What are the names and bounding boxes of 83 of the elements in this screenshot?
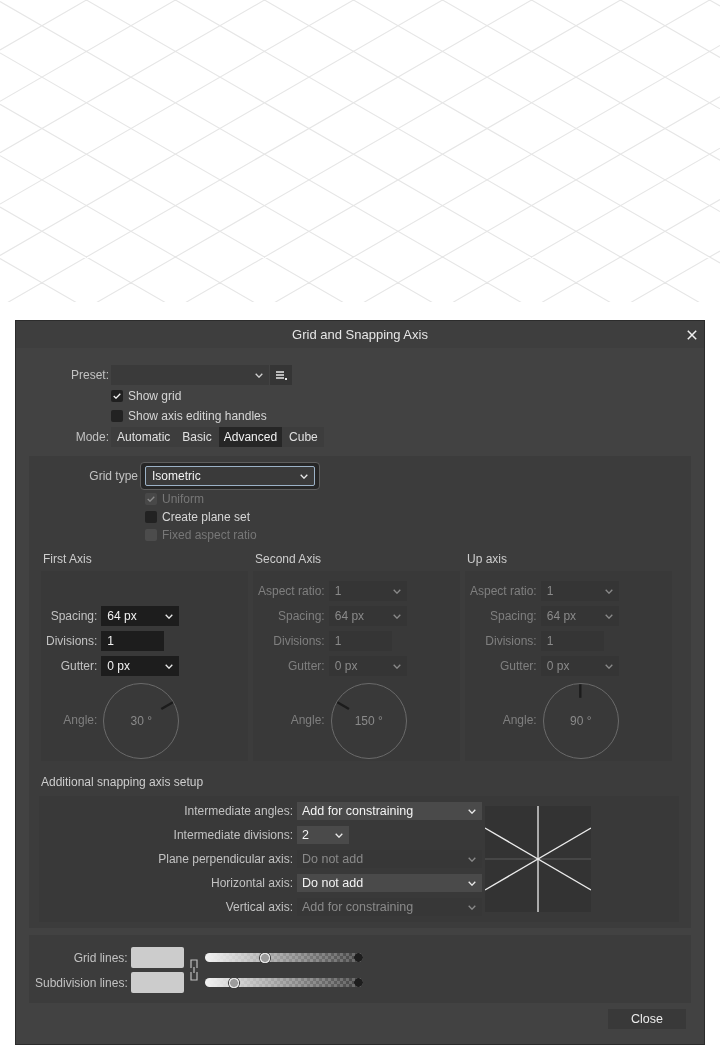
field-label: Angle: [289, 713, 325, 727]
chevron-down-icon [300, 473, 308, 479]
field-label: Spacing: [489, 609, 537, 623]
section-heading: Up axis [466, 551, 507, 568]
color-swatch[interactable] [130, 972, 184, 993]
field-label: Spacing: [49, 609, 98, 623]
dropdown-field[interactable]: Isometric [140, 462, 320, 490]
field-label: Horizontal axis: [209, 876, 293, 890]
field-label: Angle: [62, 713, 98, 727]
field-label: Aspect ratio: [470, 584, 537, 598]
section-heading: Second Axis [254, 551, 322, 568]
dropdown-field[interactable]: 0 px [101, 656, 180, 676]
field-label: Plane perpendicular axis: [157, 852, 293, 866]
check-icon [147, 496, 155, 502]
field-label: Grid type [88, 469, 138, 483]
field-label: Intermediate angles: [183, 804, 293, 818]
menu-icon [275, 370, 287, 380]
mode-option[interactable]: Basic [177, 427, 217, 447]
checkbox-label: Show grid [128, 389, 182, 403]
field-label: Vertical axis: [224, 900, 293, 914]
angle-value: 150 ° [354, 714, 383, 728]
field-label: Divisions: [272, 634, 325, 648]
checkbox-label: Create plane set [162, 510, 251, 524]
section-heading: Additional snapping axis setup [40, 774, 204, 790]
field-label: Aspect ratio: [258, 584, 325, 598]
chevron-down-icon [468, 856, 476, 862]
checkbox[interactable] [111, 390, 123, 402]
dropdown-field[interactable]: 64 px [101, 606, 180, 626]
field-label: Divisions: [484, 634, 537, 648]
mode-option[interactable]: Advanced [218, 427, 283, 447]
field-label: Angle: [501, 713, 537, 727]
field-label: Intermediate divisions: [172, 828, 293, 842]
field-label: Spacing: [277, 609, 325, 623]
field-label: Gutter: [287, 659, 325, 673]
input-field[interactable]: 1 [101, 631, 165, 651]
check-icon [113, 393, 121, 399]
chevron-down-icon [468, 880, 476, 886]
chevron-down-icon [604, 663, 613, 669]
opacity-slider[interactable] [204, 951, 363, 964]
chevron-down-icon [335, 832, 343, 838]
dial-tick-icon [335, 701, 351, 711]
chevron-down-icon [165, 613, 174, 619]
dropdown-field[interactable]: 2 [297, 826, 349, 844]
window-close-button[interactable] [686, 328, 698, 341]
slider-thumb[interactable] [228, 976, 241, 989]
dialog-title: Grid and Snapping Axis [292, 327, 428, 342]
chevron-down-icon [604, 613, 613, 619]
section-heading: First Axis [42, 551, 92, 568]
opacity-slider[interactable] [204, 976, 363, 989]
checkbox[interactable] [145, 511, 157, 523]
chevron-down-icon [604, 588, 613, 594]
field-label: Subdivision lines: [35, 975, 128, 990]
dropdown-field[interactable] [111, 365, 269, 385]
dropdown-field[interactable]: Add for constraining [297, 802, 482, 820]
close-button[interactable]: Close [608, 1009, 686, 1029]
field-label: Gutter: [59, 659, 98, 673]
menu-button[interactable] [270, 365, 292, 385]
field-label: Gutter: [499, 659, 537, 673]
checkbox-label: Show axis editing handles [128, 409, 267, 423]
checkbox[interactable] [111, 410, 123, 422]
color-swatch[interactable] [130, 947, 184, 968]
chevron-down-icon [392, 663, 401, 669]
chevron-down-icon [392, 613, 401, 619]
checkbox-label: Uniform [162, 492, 204, 506]
chevron-down-icon [468, 904, 476, 910]
chevron-down-icon [165, 663, 174, 669]
angle-value: 30 ° [130, 714, 153, 728]
mode-option[interactable]: Cube [284, 427, 323, 447]
checkbox-label: Fixed aspect ratio [162, 528, 257, 542]
chevron-down-icon [468, 808, 476, 814]
link-icon [189, 959, 198, 981]
dropdown-field[interactable]: Do not add [297, 874, 482, 892]
chevron-down-icon [392, 588, 401, 594]
field-label: Preset: [70, 368, 109, 382]
slider-thumb[interactable] [258, 951, 271, 964]
chevron-down-icon [255, 372, 263, 378]
close-icon [687, 329, 697, 340]
field-label: Mode: [74, 430, 109, 444]
mode-option[interactable]: Automatic [112, 427, 176, 447]
angle-value: 90 ° [569, 714, 592, 728]
dial-tick-icon [159, 701, 175, 711]
field-label: Grid lines: [72, 950, 128, 965]
field-label: Divisions: [46, 634, 98, 648]
